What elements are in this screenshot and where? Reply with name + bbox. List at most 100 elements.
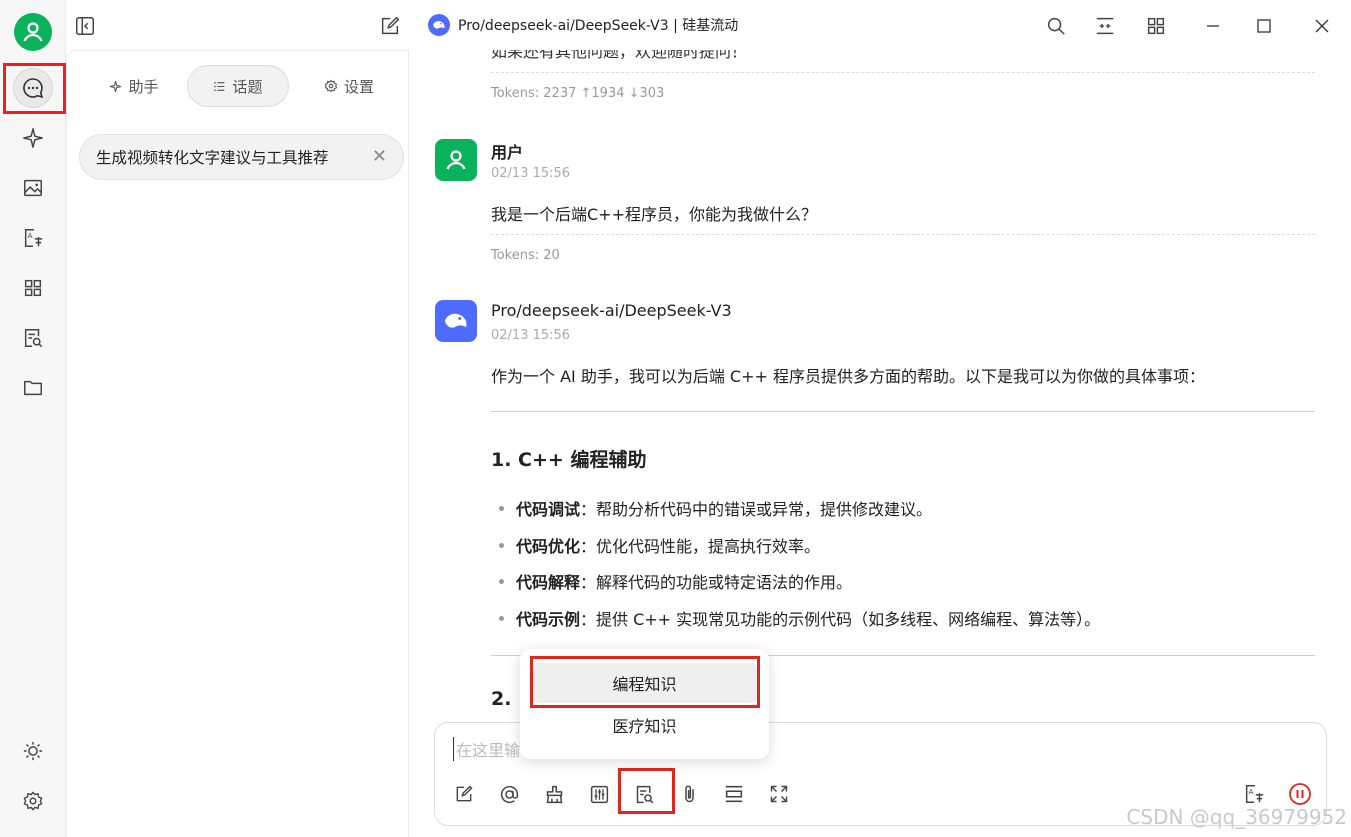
maximize-button[interactable] — [1251, 13, 1277, 39]
minimize-button[interactable] — [1200, 13, 1226, 39]
popup-item-label: 编程知识 — [612, 675, 677, 694]
window-title[interactable]: Pro/deepseek-ai/DeepSeek-V3 | 硅基流动 — [428, 14, 738, 36]
markdown-hr — [491, 411, 1315, 412]
broom-icon — [546, 785, 562, 803]
knowledge-base-popup: 编程知识 医疗知识 — [520, 649, 769, 759]
topic-item[interactable]: 生成视频转化文字建议与工具推荐 ✕ — [79, 134, 404, 180]
watermark: CSDN @qq_36979952 — [1126, 805, 1347, 829]
knowledge-search-icon — [636, 785, 653, 803]
tab-settings[interactable]: 设置 — [303, 65, 395, 107]
narrow-mode-button[interactable] — [1092, 13, 1118, 39]
previous-message-tail: 如果还有其他问题，欢迎随时提问！ — [491, 50, 748, 61]
theme-toggle-button[interactable] — [13, 731, 53, 771]
assistant-name: Pro/deepseek-ai/DeepSeek-V3 — [491, 301, 732, 320]
list-item-text: ：提供 C++ 实现常见功能的示例代码（如多线程、网络编程、算法等）。 — [580, 610, 1101, 629]
popup-item-programming[interactable]: 编程知识 — [532, 663, 757, 703]
knowledge-base-button[interactable] — [629, 779, 659, 809]
gear-icon — [23, 791, 43, 811]
deepseek-logo-icon — [444, 313, 467, 328]
toggle-sidebar-button[interactable] — [72, 13, 98, 39]
list-item-term: 代码优化 — [516, 537, 581, 556]
window-title-text: Pro/deepseek-ai/DeepSeek-V3 | 硅基流动 — [458, 18, 739, 34]
folder-icon — [24, 380, 42, 396]
paperclip-icon — [684, 784, 694, 802]
user-tokens: Tokens: 20 — [491, 248, 560, 263]
topics-panel: 助手 话题 设置 生成视频转化文字建议与工具推荐 ✕ — [66, 50, 409, 837]
close-icon — [1315, 19, 1329, 33]
list-item: 代码示例 ：提供 C++ 实现常见功能的示例代码（如多线程、网络编程、算法等）。 — [499, 606, 1100, 630]
at-icon — [500, 785, 518, 803]
minimize-icon — [1207, 25, 1219, 27]
knowledge-search-icon — [24, 329, 43, 348]
delete-topic-icon[interactable]: ✕ — [372, 147, 387, 167]
translate-icon: A — [1245, 785, 1264, 803]
close-window-button[interactable] — [1309, 13, 1335, 39]
image-nav-button[interactable] — [13, 168, 53, 208]
width-toggle-icon — [1096, 17, 1114, 35]
sun-icon — [23, 741, 43, 761]
assistant-heading-1: 1. C++ 编程辅助 — [491, 449, 647, 471]
tab-topics[interactable]: 话题 — [187, 65, 289, 107]
deepseek-logo-icon — [428, 14, 450, 36]
clear-context-button[interactable] — [539, 779, 569, 809]
pause-icon — [1289, 783, 1311, 805]
translate-icon: A — [24, 229, 43, 247]
files-nav-button[interactable] — [13, 368, 53, 408]
minapps-button[interactable] — [1143, 13, 1169, 39]
tab-settings-label: 设置 — [343, 77, 374, 96]
translate-nav-button[interactable]: A — [13, 218, 53, 258]
edit-icon — [456, 785, 473, 802]
tab-assistants-label: 助手 — [128, 77, 159, 96]
list-item-term: 代码解释 — [516, 573, 581, 592]
list-item-term: 代码调试 — [516, 500, 581, 519]
expand-icon — [770, 785, 788, 803]
list-item-text: ：解释代码的功能或特定语法的作用。 — [580, 573, 853, 592]
message-divider — [491, 72, 1315, 73]
list-icon — [214, 81, 225, 91]
list-item-term: 代码示例 — [516, 610, 581, 629]
list-item: 代码优化 ：优化代码性能，提高执行效率。 — [499, 533, 820, 557]
gear-icon — [324, 79, 338, 93]
expand-input-button[interactable] — [764, 779, 794, 809]
user-avatar[interactable] — [14, 13, 52, 51]
knowledge-nav-button[interactable] — [13, 318, 53, 358]
chat-settings-button[interactable] — [584, 779, 614, 809]
apps-grid-icon — [1147, 17, 1165, 35]
attach-file-button[interactable] — [674, 779, 704, 809]
edit-icon — [381, 17, 399, 35]
user-time: 02/13 15:56 — [491, 166, 571, 181]
search-button[interactable] — [1043, 13, 1069, 39]
popup-item-medical[interactable]: 医疗知识 — [532, 705, 757, 745]
chat-nav-button[interactable] — [13, 68, 53, 108]
user-message-text: 我是一个后端C++程序员，你能为我做什么？ — [491, 205, 817, 224]
tab-topics-label: 话题 — [232, 77, 263, 96]
user-icon — [446, 150, 466, 170]
list-item-text: ：帮助分析代码中的错误或异常，提供修改建议。 — [580, 500, 933, 519]
panel-tabs: 助手 话题 设置 — [67, 65, 410, 107]
svg-text:A: A — [1249, 787, 1254, 796]
tab-assistants[interactable]: 助手 — [91, 65, 177, 107]
message-divider — [491, 234, 1315, 235]
new-topic-button[interactable] — [377, 13, 403, 39]
new-topic-tool-button[interactable] — [449, 779, 479, 809]
svg-text:A: A — [28, 231, 33, 240]
chat-bubble-icon — [23, 78, 44, 99]
list-item: 代码解释 ：解释代码的功能或特定语法的作用。 — [499, 569, 852, 593]
assistant-avatar — [435, 300, 477, 342]
sparkle-icon — [110, 80, 122, 92]
mention-model-button[interactable] — [494, 779, 524, 809]
assistant-time: 02/13 15:56 — [491, 328, 571, 343]
message-input-placeholder[interactable]: 在这里输 — [453, 737, 520, 761]
assistants-nav-button[interactable] — [13, 118, 53, 158]
topic-title: 生成视频转化文字建议与工具推荐 — [96, 149, 329, 167]
user-message-avatar — [435, 139, 477, 181]
maximize-icon — [1257, 19, 1271, 33]
settings-nav-button[interactable] — [13, 781, 53, 821]
assistant-intro: 作为一个 AI 助手，我可以为后端 C++ 程序员提供多方面的帮助。以下是我可以… — [491, 367, 1205, 386]
apps-nav-button[interactable] — [13, 268, 53, 308]
apps-grid-icon — [24, 279, 42, 297]
sidebar-collapse-icon — [76, 17, 94, 35]
list-item: 代码调试 ：帮助分析代码中的错误或异常，提供修改建议。 — [499, 496, 932, 520]
sparkle-icon — [23, 128, 43, 148]
insert-divider-button[interactable] — [719, 779, 749, 809]
